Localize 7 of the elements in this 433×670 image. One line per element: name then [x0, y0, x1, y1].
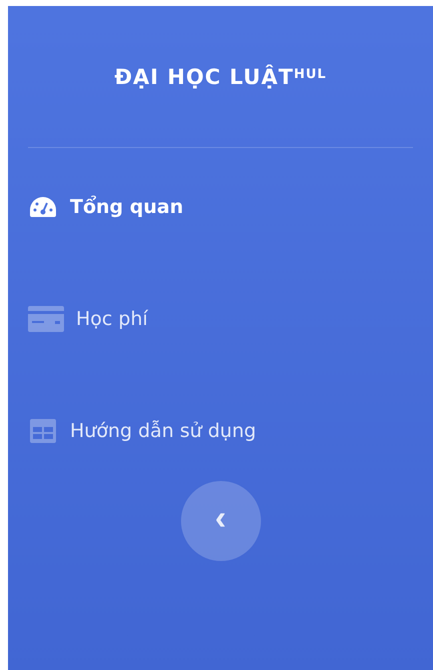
nav-item[interactable]: Học phí: [28, 263, 413, 375]
nav-item[interactable]: Tổng quan: [28, 151, 413, 263]
table-icon: [28, 418, 58, 444]
brand-title[interactable]: ĐẠI HỌC LUẬT$^{HUL}$: [28, 6, 413, 147]
gauge-icon: [28, 195, 58, 219]
credit-card-icon: [28, 306, 64, 332]
sidebar-toggle-button[interactable]: ‹: [180, 481, 260, 561]
